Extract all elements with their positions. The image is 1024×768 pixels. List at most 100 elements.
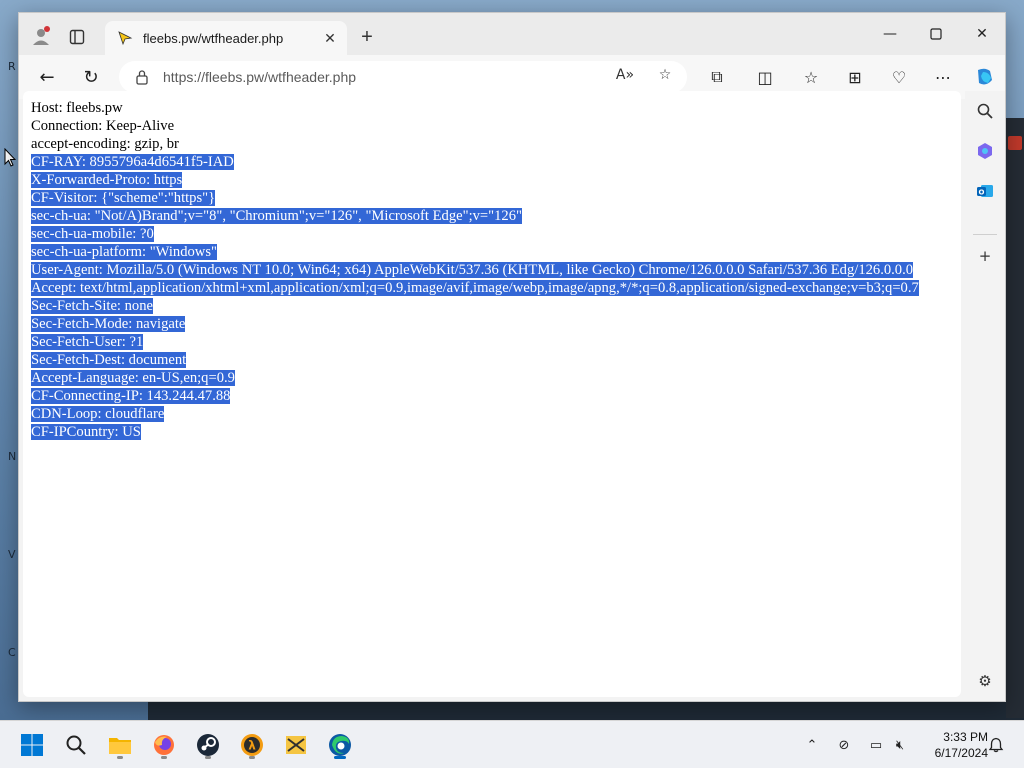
system-clock[interactable]: 3:33 PM 6/17/2024 <box>918 729 988 761</box>
extensions-button[interactable]: ⧉ <box>701 61 733 93</box>
new-tab-button[interactable]: + <box>355 25 379 49</box>
settings-menu-button[interactable]: ⋯ <box>927 61 959 93</box>
sidebar-outlook-button[interactable]: O <box>973 179 997 203</box>
close-window-button[interactable]: ✕ <box>959 21 1005 47</box>
header-line: Sec-Fetch-Mode: navigate <box>31 315 931 333</box>
network-disconnected-icon: ⊘ <box>838 737 850 753</box>
header-text: sec-ch-ua: "Not/A)Brand";v="8", "Chromiu… <box>31 208 522 224</box>
header-text: CF-RAY: 8955796a4d6541f5-IAD <box>31 154 234 170</box>
collections-button[interactable]: ⊞ <box>839 61 871 93</box>
taskbar: λ ⌃ ⊘ ▭ 🔇︎ 3:33 PM 6/17/2024 <box>0 720 1024 768</box>
desktop-icon-fragment[interactable]: N <box>8 450 16 463</box>
copilot-sidebar-icon <box>978 143 992 159</box>
collections-icon: ⊞ <box>848 67 862 87</box>
plus-icon: + <box>361 25 373 48</box>
split-screen-button[interactable]: ◫ <box>749 61 781 93</box>
copilot-button[interactable] <box>969 61 1001 93</box>
taskbar-file-explorer[interactable] <box>104 729 136 761</box>
maximize-button[interactable] <box>913 21 959 47</box>
back-arrow-icon: ← <box>39 66 55 88</box>
desktop-icon-fragment[interactable]: V <box>8 548 16 561</box>
tab-actions-button[interactable] <box>65 25 89 49</box>
taskbar-firefox[interactable] <box>148 729 180 761</box>
background-window-edge <box>1006 118 1024 718</box>
active-indicator <box>334 756 346 759</box>
more-icon: ⋯ <box>935 67 951 87</box>
back-button[interactable]: ← <box>31 61 63 93</box>
running-indicator <box>205 756 211 759</box>
header-line: CF-Visitor: {"scheme":"https"} <box>31 189 931 207</box>
header-line: CF-RAY: 8955796a4d6541f5-IAD <box>31 153 931 171</box>
header-line: Sec-Fetch-User: ?1 <box>31 333 931 351</box>
minimize-icon: — <box>883 26 897 42</box>
sidebar-add-button[interactable]: + <box>973 244 997 268</box>
favorite-button[interactable]: ☆ <box>653 63 677 87</box>
header-line: sec-ch-ua-mobile: ?0 <box>31 225 931 243</box>
running-indicator <box>117 756 123 759</box>
start-button[interactable] <box>16 729 48 761</box>
header-text: accept-encoding: gzip, br <box>31 136 179 152</box>
copilot-icon <box>978 68 992 85</box>
maximize-icon <box>930 28 942 40</box>
header-line: User-Agent: Mozilla/5.0 (Windows NT 10.0… <box>31 261 931 279</box>
sidebar-separator <box>973 234 997 235</box>
taskbar-folder-app[interactable] <box>280 729 312 761</box>
gear-icon: ⚙ <box>978 672 992 690</box>
url-text[interactable]: https://fleebs.pw/wtfheader.php <box>163 69 356 85</box>
profile-icon <box>33 26 50 45</box>
header-line: Host: fleebs.pw <box>31 99 931 117</box>
tab-active[interactable]: fleebs.pw/wtfheader.php ✕ <box>105 21 347 55</box>
extensions-icon: ⧉ <box>711 67 723 86</box>
chevron-up-icon: ⌃ <box>806 737 818 753</box>
taskbar-search-button[interactable] <box>60 729 92 761</box>
show-hidden-icons-button[interactable]: ⌃ <box>802 735 822 755</box>
address-bar[interactable]: https://fleebs.pw/wtfheader.php <box>119 61 687 93</box>
refresh-button[interactable]: ↻ <box>75 61 107 93</box>
read-aloud-icon: A» <box>615 67 635 83</box>
volume-button[interactable]: 🔇︎ <box>890 735 910 755</box>
minimize-button[interactable]: — <box>867 21 913 47</box>
bell-icon <box>988 737 1004 753</box>
header-text: Accept-Language: en-US,en;q=0.9 <box>31 370 235 386</box>
header-line: Sec-Fetch-Dest: document <box>31 351 931 369</box>
sidebar-search-button[interactable] <box>973 99 997 123</box>
sidebar-copilot-button[interactable] <box>973 139 997 163</box>
svg-text:O: O <box>979 189 985 197</box>
favorites-icon: ☆ <box>803 67 819 87</box>
profile-button[interactable] <box>27 23 55 49</box>
header-line: sec-ch-ua: "Not/A)Brand";v="8", "Chromiu… <box>31 207 931 225</box>
display-icon: ▭ <box>869 737 883 753</box>
browser-essentials-button[interactable]: ♡ <box>883 61 915 93</box>
file-explorer-icon <box>109 738 131 754</box>
taskbar-half-life[interactable]: λ <box>236 729 268 761</box>
outlook-icon: O <box>977 185 993 197</box>
lock-icon <box>136 70 148 85</box>
header-text: User-Agent: Mozilla/5.0 (Windows NT 10.0… <box>31 262 914 278</box>
header-text: CF-Connecting-IP: 143.244.47.88 <box>31 388 231 404</box>
header-line: CF-IPCountry: US <box>31 423 931 441</box>
favorites-button[interactable]: ☆ <box>795 61 827 93</box>
tab-title: fleebs.pw/wtfheader.php <box>143 30 284 46</box>
taskbar-steam[interactable] <box>192 729 224 761</box>
display-button[interactable]: ▭ <box>866 735 886 755</box>
plus-icon: + <box>978 247 992 265</box>
firefox-icon <box>154 735 174 755</box>
header-text: Host: fleebs.pw <box>31 100 123 116</box>
running-indicator <box>161 756 167 759</box>
desktop-icon-fragment[interactable]: R <box>8 60 16 73</box>
star-icon: ☆ <box>658 67 672 83</box>
taskbar-edge[interactable] <box>324 729 356 761</box>
desktop-icon-fragment[interactable]: C <box>8 646 16 659</box>
header-text: Sec-Fetch-User: ?1 <box>31 334 144 350</box>
tab-actions-icon <box>69 29 85 45</box>
header-text: Sec-Fetch-Dest: document <box>31 352 187 368</box>
sidebar-settings-button[interactable]: ⚙ <box>973 669 997 693</box>
tab-close-icon[interactable]: ✕ <box>321 29 339 47</box>
header-text: sec-ch-ua-mobile: ?0 <box>31 226 154 242</box>
browser-window: fleebs.pw/wtfheader.php ✕ + — ✕ ← ↻ http… <box>18 12 1006 702</box>
network-button[interactable]: ⊘ <box>834 735 854 755</box>
read-aloud-button[interactable]: A» <box>613 63 637 87</box>
notifications-button[interactable] <box>986 735 1006 755</box>
header-line: CDN-Loop: cloudflare <box>31 405 931 423</box>
header-text: Accept: text/html,application/xhtml+xml,… <box>31 280 919 296</box>
